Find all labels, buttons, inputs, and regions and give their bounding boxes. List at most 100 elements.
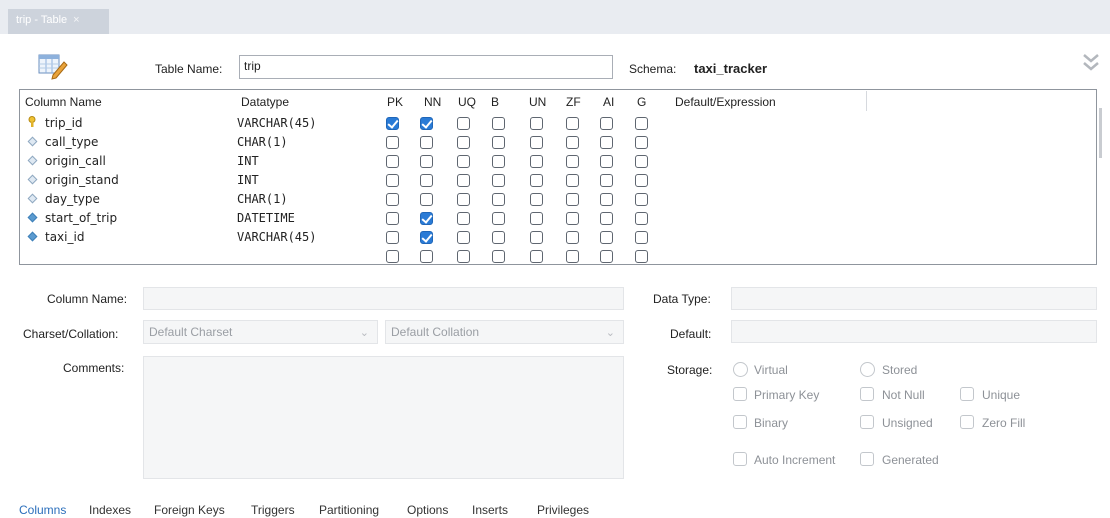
flag-checkbox-g[interactable] (635, 212, 648, 225)
flag-checkbox-b[interactable] (492, 193, 505, 206)
storage-virtual-radio[interactable] (733, 362, 748, 377)
flag-checkbox-uq[interactable] (457, 193, 470, 206)
new-row-flag-checkbox[interactable] (420, 250, 433, 263)
flag-checkbox-uq[interactable] (457, 174, 470, 187)
flag-checkbox-g[interactable] (635, 174, 648, 187)
unsigned-checkbox[interactable] (860, 415, 874, 429)
flag-checkbox-uq[interactable] (457, 231, 470, 244)
flag-checkbox-pk[interactable] (386, 193, 399, 206)
flag-checkbox-pk[interactable] (386, 136, 399, 149)
new-row-flag-checkbox[interactable] (566, 250, 579, 263)
flag-checkbox-pk[interactable] (386, 231, 399, 244)
flag-checkbox-zf[interactable] (566, 155, 579, 168)
datatype-cell[interactable]: DATETIME (237, 211, 295, 225)
comments-textarea[interactable] (143, 356, 624, 479)
tab-triggers[interactable]: Triggers (251, 503, 295, 517)
zero-fill-checkbox[interactable] (960, 415, 974, 429)
flag-checkbox-zf[interactable] (566, 193, 579, 206)
flag-checkbox-pk[interactable] (386, 117, 399, 130)
flag-checkbox-zf[interactable] (566, 136, 579, 149)
table-name-input[interactable]: trip (239, 55, 613, 79)
flag-checkbox-nn[interactable] (420, 212, 433, 225)
flag-checkbox-ai[interactable] (600, 212, 613, 225)
new-row-flag-checkbox[interactable] (492, 250, 505, 263)
collation-select[interactable]: Default Collation ⌄ (385, 320, 624, 344)
flag-checkbox-zf[interactable] (566, 174, 579, 187)
flag-checkbox-nn[interactable] (420, 155, 433, 168)
flag-checkbox-un[interactable] (530, 212, 543, 225)
flag-checkbox-uq[interactable] (457, 212, 470, 225)
datatype-cell[interactable]: VARCHAR(45) (237, 230, 316, 244)
flag-checkbox-b[interactable] (492, 212, 505, 225)
tab-foreign-keys[interactable]: Foreign Keys (154, 503, 225, 517)
column-name-cell[interactable]: origin_stand (45, 173, 119, 187)
close-icon[interactable]: × (73, 14, 79, 26)
tab-options[interactable]: Options (407, 503, 448, 517)
generated-checkbox[interactable] (860, 452, 874, 466)
flag-checkbox-b[interactable] (492, 136, 505, 149)
flag-checkbox-un[interactable] (530, 231, 543, 244)
flag-checkbox-uq[interactable] (457, 136, 470, 149)
storage-stored-radio[interactable] (860, 362, 875, 377)
flag-checkbox-nn[interactable] (420, 231, 433, 244)
flag-checkbox-g[interactable] (635, 136, 648, 149)
tab-indexes[interactable]: Indexes (89, 503, 131, 517)
flag-checkbox-b[interactable] (492, 155, 505, 168)
flag-checkbox-uq[interactable] (457, 155, 470, 168)
flag-checkbox-b[interactable] (492, 174, 505, 187)
flag-checkbox-ai[interactable] (600, 155, 613, 168)
flag-checkbox-pk[interactable] (386, 174, 399, 187)
flag-checkbox-nn[interactable] (420, 136, 433, 149)
flag-checkbox-pk[interactable] (386, 155, 399, 168)
new-row-flag-checkbox[interactable] (635, 250, 648, 263)
tab-inserts[interactable]: Inserts (472, 503, 508, 517)
auto-increment-checkbox[interactable] (733, 452, 747, 466)
primary-key-checkbox[interactable] (733, 387, 747, 401)
flag-checkbox-nn[interactable] (420, 174, 433, 187)
columns-grid[interactable]: Column Name Datatype PK NN UQ B UN ZF AI G Default… (19, 89, 1102, 265)
tab-partitioning[interactable]: Partitioning (319, 503, 379, 517)
column-name-cell[interactable]: day_type (45, 192, 100, 206)
flag-checkbox-g[interactable] (635, 231, 648, 244)
default-input[interactable] (731, 320, 1097, 343)
tab-columns[interactable]: Columns (19, 503, 66, 517)
flag-checkbox-un[interactable] (530, 136, 543, 149)
datatype-cell[interactable]: INT (237, 154, 259, 168)
grid-scrollbar[interactable] (1099, 108, 1102, 158)
flag-checkbox-nn[interactable] (420, 193, 433, 206)
flag-checkbox-un[interactable] (530, 174, 543, 187)
collapse-chevron-icon[interactable] (1081, 52, 1101, 74)
flag-checkbox-g[interactable] (635, 117, 648, 130)
flag-checkbox-zf[interactable] (566, 212, 579, 225)
binary-checkbox[interactable] (733, 415, 747, 429)
flag-checkbox-g[interactable] (635, 155, 648, 168)
flag-checkbox-nn[interactable] (420, 117, 433, 130)
flag-checkbox-g[interactable] (635, 193, 648, 206)
column-name-cell[interactable]: call_type (45, 135, 98, 149)
datatype-cell[interactable]: CHAR(1) (237, 135, 288, 149)
flag-checkbox-un[interactable] (530, 155, 543, 168)
not-null-checkbox[interactable] (860, 387, 874, 401)
flag-checkbox-zf[interactable] (566, 117, 579, 130)
new-row-flag-checkbox[interactable] (386, 250, 399, 263)
datatype-cell[interactable]: INT (237, 173, 259, 187)
unique-checkbox[interactable] (960, 387, 974, 401)
new-row-flag-checkbox[interactable] (457, 250, 470, 263)
flag-checkbox-b[interactable] (492, 117, 505, 130)
charset-select[interactable]: Default Charset ⌄ (143, 320, 378, 344)
document-tab-trip-table[interactable]: trip - Table × (8, 9, 109, 34)
flag-checkbox-ai[interactable] (600, 174, 613, 187)
column-name-input[interactable] (143, 287, 624, 310)
column-name-cell[interactable]: origin_call (45, 154, 106, 168)
flag-checkbox-ai[interactable] (600, 193, 613, 206)
column-name-cell[interactable]: start_of_trip (45, 211, 117, 225)
flag-checkbox-uq[interactable] (457, 117, 470, 130)
flag-checkbox-zf[interactable] (566, 231, 579, 244)
new-row-flag-checkbox[interactable] (530, 250, 543, 263)
column-name-cell[interactable]: taxi_id (45, 230, 84, 244)
flag-checkbox-ai[interactable] (600, 136, 613, 149)
flag-checkbox-ai[interactable] (600, 117, 613, 130)
column-name-cell[interactable]: trip_id (45, 116, 83, 130)
flag-checkbox-pk[interactable] (386, 212, 399, 225)
tab-privileges[interactable]: Privileges (537, 503, 589, 517)
